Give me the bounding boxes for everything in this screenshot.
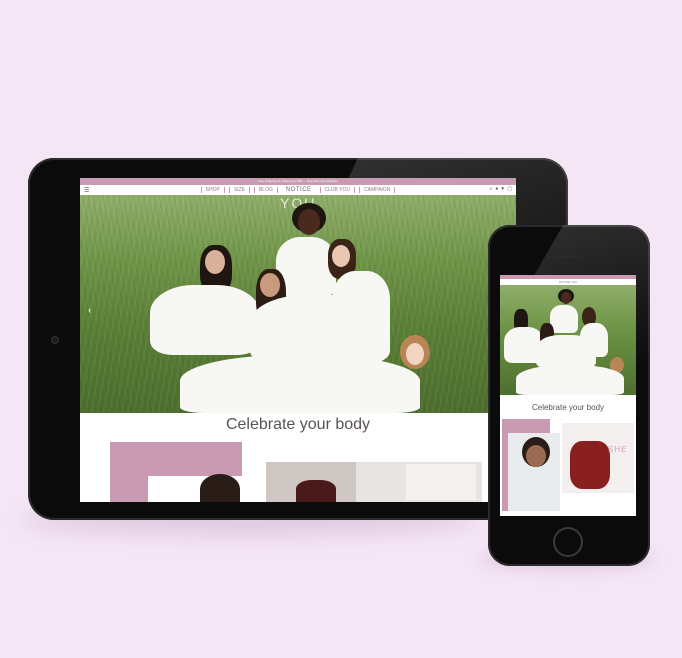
feature-tile[interactable] <box>110 442 258 502</box>
tablet-device: Free shipping on orders over $50 — shop … <box>28 158 568 520</box>
header-icons: ⌕ ● ♥ ▢ <box>489 186 512 192</box>
phone-camera <box>564 241 568 245</box>
tile-photo-subject <box>526 445 546 467</box>
figure-face <box>298 209 320 235</box>
cart-icon[interactable]: ▢ <box>507 186 512 192</box>
user-icon[interactable]: ● <box>495 186 498 192</box>
home-button[interactable] <box>553 527 583 557</box>
figure-body <box>180 355 420 413</box>
figure-body <box>536 335 596 369</box>
tile-photo-subject <box>296 480 336 502</box>
tablet-camera <box>51 336 59 344</box>
section-headline: Celebrate your body <box>531 403 605 412</box>
figure-body <box>516 365 624 395</box>
nav-item-blog[interactable]: BLOG <box>253 187 278 193</box>
chevron-left-icon[interactable]: ‹ <box>88 305 91 316</box>
feature-tile[interactable] <box>266 462 482 502</box>
promo-banner: Free shipping on orders over $50 — shop … <box>80 178 516 185</box>
phone-screen: NOTICE YOU Celebrate your body SHE <box>500 275 636 516</box>
nav-item-shop[interactable]: SHOP <box>200 187 225 193</box>
figure-body <box>150 285 260 355</box>
tablet-screen: Free shipping on orders over $50 — shop … <box>80 178 516 502</box>
phone-speaker <box>555 255 579 258</box>
figure-face <box>260 273 280 297</box>
nav-item-size[interactable]: SIZE <box>228 187 250 193</box>
site-logo[interactable]: NOTICE <box>286 187 312 193</box>
figure-body <box>550 305 578 333</box>
nav-item-club-you[interactable]: CLUB YOU <box>319 187 356 193</box>
search-icon[interactable]: ⌕ <box>489 186 492 192</box>
tile-photo <box>406 464 476 500</box>
nav-item-campaign[interactable]: CAMPAIGN <box>359 187 396 193</box>
figure-face <box>205 250 225 274</box>
figure-face <box>561 292 571 304</box>
section-headline: Celebrate your body <box>225 416 371 433</box>
heart-icon[interactable]: ♥ <box>501 186 504 192</box>
tile-photo-subject <box>200 474 240 502</box>
feature-tile[interactable] <box>502 419 560 511</box>
hero-image: YOU ‹ <box>80 195 516 413</box>
phone-device: NOTICE YOU Celebrate your body SHE <box>488 225 650 566</box>
figure-face <box>406 343 424 365</box>
tile-text: SHE <box>608 445 628 454</box>
hamburger-icon[interactable]: ☰ <box>84 187 89 194</box>
feature-tile[interactable]: SHE <box>562 423 634 493</box>
tile-photo-subject <box>570 441 610 489</box>
figure-face <box>332 245 350 267</box>
hero-image <box>500 285 636 395</box>
